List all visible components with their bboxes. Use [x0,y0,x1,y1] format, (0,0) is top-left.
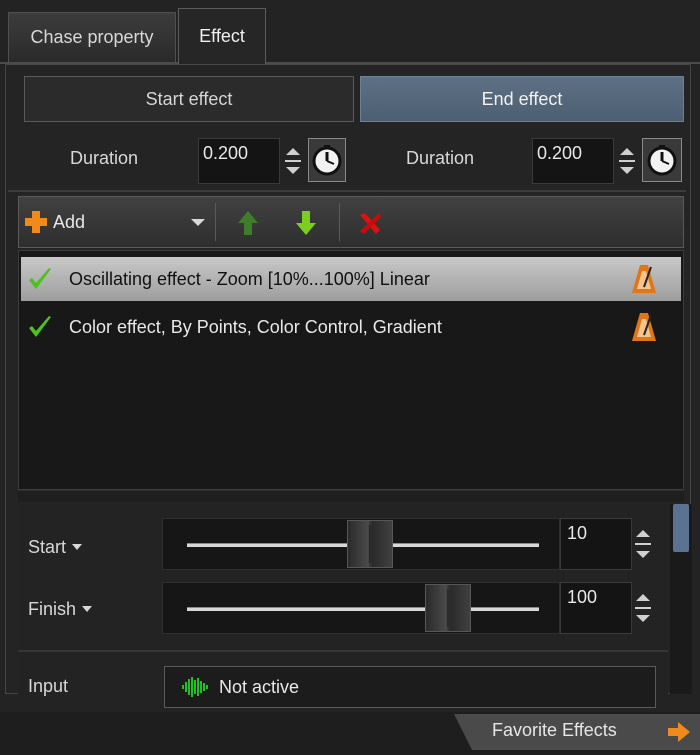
chevron-down-icon [82,606,93,612]
move-down-button[interactable] [289,203,323,243]
end-effect-button[interactable]: End effect [360,76,684,122]
effects-toolbar: Add [18,196,684,248]
tab-label: Chase property [30,27,154,47]
input-source-selector[interactable]: Not active [164,666,656,708]
tab-chase-property[interactable]: Chase property [8,12,176,62]
end-duration-label: Duration [406,148,475,168]
finish-mode-dropdown[interactable]: Finish [28,594,93,624]
favorite-effects-button[interactable]: Favorite Effects [454,714,700,750]
toolbar-divider [339,203,340,241]
row-divider [18,650,668,652]
start-value-stepper[interactable] [630,518,656,570]
end-effect-label: End effect [481,88,563,109]
chevron-down-icon [72,544,83,550]
effect-name: Color effect, By Points, Color Control, … [69,316,442,337]
arrow-right-icon [668,722,690,742]
start-mode-dropdown[interactable]: Start [28,532,83,562]
stopwatch-icon [647,145,677,176]
effect-name: Oscillating effect - Zoom [10%...100%] L… [69,268,430,289]
panel-splitter[interactable] [18,490,684,502]
tab-label: Effect [199,26,245,46]
waveform-icon [182,677,208,697]
start-label: Start [28,536,67,557]
end-duration-clock-button[interactable] [642,138,682,182]
start-effect-button[interactable]: Start effect [24,76,354,122]
add-label: Add [53,211,86,232]
finish-slider[interactable] [162,582,560,634]
finish-value-field[interactable]: 100 [560,582,632,634]
move-up-icon [238,211,258,235]
start-duration-field[interactable]: 0.200 [198,138,280,184]
checkmark-icon[interactable] [27,267,53,291]
move-down-icon [296,211,316,235]
scrollbar-thumb[interactable] [673,504,689,552]
section-divider [8,190,686,192]
dropdown-arrow-icon [191,219,205,226]
start-value-field[interactable]: 10 [560,518,632,570]
slider-track [187,607,539,611]
start-duration-stepper[interactable] [280,138,306,184]
delete-button[interactable] [353,203,387,243]
end-duration-stepper[interactable] [614,138,640,184]
start-duration-clock-button[interactable] [308,138,346,182]
input-value: Not active [219,676,300,697]
metronome-icon[interactable] [631,263,657,295]
slider-thumb[interactable] [347,520,393,568]
stopwatch-icon [312,145,342,176]
start-duration-label: Duration [70,148,139,168]
list-item[interactable]: Color effect, By Points, Color Control, … [21,305,681,349]
slider-thumb[interactable] [425,584,471,632]
favorite-effects-label: Favorite Effects [492,720,617,740]
metronome-icon[interactable] [631,311,657,343]
toolbar-divider [215,203,216,241]
add-plus-icon [25,211,47,233]
delete-x-icon [360,213,381,234]
effects-list: Oscillating effect - Zoom [10%...100%] L… [18,250,684,490]
move-up-button[interactable] [231,203,265,243]
start-slider[interactable] [162,518,560,570]
list-item[interactable]: Oscillating effect - Zoom [10%...100%] L… [21,257,681,301]
start-effect-label: Start effect [145,88,233,109]
add-dropdown-button[interactable] [187,201,209,243]
add-button[interactable]: Add [23,201,203,243]
input-label: Input [28,676,69,696]
end-duration-field[interactable]: 0.200 [532,138,614,184]
finish-label: Finish [28,598,77,619]
finish-value-stepper[interactable] [630,582,656,634]
checkmark-icon[interactable] [27,315,53,339]
tab-effect[interactable]: Effect [178,8,266,64]
